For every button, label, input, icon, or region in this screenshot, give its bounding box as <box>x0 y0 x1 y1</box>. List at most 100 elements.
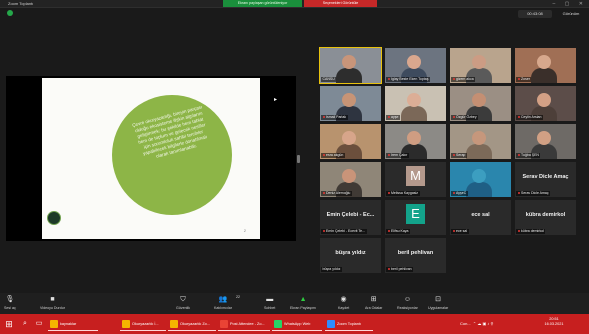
participant-tile[interactable]: M Melissa Kaygasiz <box>385 162 446 197</box>
title-bar: Zoom Toplantı Ekranı paylaşan görüntülen… <box>0 0 589 8</box>
taskbar-app[interactable]: Zoom Toplantı <box>325 317 373 331</box>
muted-mic-icon <box>452 77 455 81</box>
participant-name-label: Elifsu Kaya <box>386 229 411 234</box>
tray-app-label[interactable]: Con... <box>460 321 471 326</box>
participant-tile[interactable]: AyşeC <box>450 162 511 197</box>
system-tray[interactable]: Con... ⌃ ☁ ▣ ♪ ⚲ <box>460 317 493 331</box>
participant-name-label: Serap <box>451 153 467 158</box>
participant-gallery: CANSU İglay Beste Eken Toptaş gizem akca Zo… <box>319 47 576 274</box>
participant-tile[interactable]: E Elifsu Kaya <box>385 200 446 235</box>
participant-name-label: gizem akca <box>451 77 476 82</box>
muted-mic-icon <box>322 153 325 157</box>
participant-display-name: kübra demirkol <box>525 212 566 218</box>
taskbar-app[interactable]: kaynaklar <box>48 317 98 331</box>
participant-tile[interactable]: Serap <box>450 124 511 159</box>
view-options-button[interactable]: Seçenekleri Görüntüle <box>304 0 377 7</box>
participant-name-label: Ceylin Arslan <box>516 115 543 120</box>
reactions-button[interactable]: ☺ Reaksiyonlar <box>397 295 418 313</box>
participant-name-label: Serav Dicle Amaç <box>516 191 551 196</box>
participant-tile[interactable]: ayşe <box>385 86 446 121</box>
participant-name-label: İrem Çakır <box>386 153 409 158</box>
participant-body <box>466 144 492 159</box>
participants-button[interactable]: 👥 Katılımcılar 22 <box>214 295 240 313</box>
participant-tile[interactable]: büşra yıldız büşra yıldız <box>320 238 381 273</box>
muted-mic-icon <box>452 191 455 195</box>
encryption-shield-icon[interactable] <box>7 10 13 16</box>
taskbar-app-label: kaynaklar <box>60 322 77 326</box>
share-screen-button[interactable]: ▲ Ekran Paylaşımı <box>290 295 316 313</box>
muted-mic-icon <box>387 153 390 157</box>
view-button[interactable]: Görünüm <box>555 10 587 18</box>
video-camera-button[interactable]: ■ Videoyu Durdur <box>40 295 65 313</box>
app-icon <box>220 320 228 328</box>
tray-icons[interactable]: ⌃ ☁ ▣ ♪ ⚲ <box>472 321 494 326</box>
taskbar-app-label: Post Attendee - Zo... <box>230 322 265 326</box>
chat-button[interactable]: ▬ Sohbet <box>264 295 275 313</box>
participant-tile[interactable]: İrem Çakır <box>385 124 446 159</box>
participant-tile[interactable]: Tuğba ŞEN <box>515 124 576 159</box>
zoom-window: Zoom Toplantı Ekranı paylaşan görüntülen… <box>0 0 589 334</box>
participant-tile[interactable]: Deniz Alemoğlu <box>320 162 381 197</box>
taskbar-app-label: Okuryazarlık İ... <box>132 322 159 326</box>
participant-tile[interactable]: CANSU <box>319 47 382 84</box>
participant-name: esra akgün <box>326 153 344 157</box>
toolbar-label: Reaksiyonlar <box>397 306 418 310</box>
apps-icon: ⊡ <box>435 296 442 303</box>
participant-tile[interactable]: kübra demirkol kübra demirkol <box>515 200 576 235</box>
participant-name: Melissa Kaygasiz <box>391 191 419 195</box>
microphone-button[interactable]: 🎙 Sesi aç <box>4 295 16 313</box>
taskbar-app-label: Okuryazarlık Zo... <box>180 322 210 326</box>
participant-tile[interactable]: esra akgün <box>320 124 381 159</box>
participant-tile[interactable]: ece sal ece sal <box>450 200 511 235</box>
windows-start-icon[interactable]: ⊞ <box>4 317 14 331</box>
muted-mic-icon <box>322 229 325 233</box>
clock-date: 16.03.2021 <box>544 322 564 326</box>
apps-button[interactable]: ⊡ Uygulamalar <box>428 295 448 313</box>
participant-tile[interactable]: Serav Dicle Amaç Serav Dicle Amaç <box>515 162 576 197</box>
participant-face <box>537 55 551 69</box>
task-view-icon[interactable]: ▭ <box>34 318 44 330</box>
participant-count: 22 <box>236 295 240 299</box>
participant-name-label: esra akgün <box>321 153 345 158</box>
participant-tile[interactable]: Ceylin Arslan <box>515 86 576 121</box>
search-icon[interactable]: ⌕ <box>20 318 30 330</box>
taskbar-clock[interactable]: 20:51 16.03.2021 <box>540 317 568 327</box>
video-camera-icon: ■ <box>50 296 55 303</box>
taskbar-app[interactable]: Post Attendee - Zo... <box>218 317 270 331</box>
shield-button[interactable]: ⛉ Güvenlik <box>176 295 190 313</box>
reactions-icon: ☺ <box>403 296 411 303</box>
participants-icon: 👥 <box>218 296 228 303</box>
participant-name-label: büşra yıldız <box>321 267 342 272</box>
participant-face <box>342 131 356 145</box>
muted-mic-icon <box>517 77 520 81</box>
record-button[interactable]: ◉ Kaydet <box>338 295 349 313</box>
taskbar-app[interactable]: Okuryazarlık İ... <box>120 317 166 331</box>
participant-tile[interactable]: Zoser <box>515 48 576 83</box>
participant-tile[interactable]: Özgür Özbey <box>450 86 511 121</box>
participant-tile[interactable]: gizem akca <box>450 48 511 83</box>
participant-face <box>342 93 356 107</box>
participant-tile[interactable]: Emin Çelebi - Ec... Emin Çelebi - Ecevit … <box>320 200 381 235</box>
participant-name: Ceylin Arslan <box>521 115 542 119</box>
participant-name: İsmail Parlak <box>326 115 347 119</box>
muted-mic-icon <box>517 153 520 157</box>
windows-taskbar: ⊞ ⌕ ▭ Con... ⌃ ☁ ▣ ♪ ⚲ 20:51 16.03.2021 … <box>0 314 589 334</box>
participant-tile[interactable]: İglay Beste Eken Toptaş <box>385 48 446 83</box>
participant-body <box>531 68 557 83</box>
window-controls[interactable]: – ▢ ✕ <box>553 0 587 8</box>
muted-mic-icon <box>387 77 390 81</box>
participant-face <box>472 169 486 183</box>
taskbar-app[interactable]: Okuryazarlık Zo... <box>168 317 216 331</box>
participant-tile[interactable]: beril pehlivan beril pehlivan <box>385 238 446 273</box>
participant-name: gizem akca <box>456 77 474 81</box>
participant-name-label: ece sal <box>451 229 469 234</box>
chat-icon: ▬ <box>266 296 274 303</box>
participant-tile[interactable]: İsmail Parlak <box>320 86 381 121</box>
participant-name: ayşe <box>391 115 399 119</box>
split-handle[interactable] <box>297 155 300 163</box>
participant-display-name: ece sal <box>471 212 490 218</box>
participant-name: Serav Dicle Amaç <box>521 191 549 195</box>
taskbar-app[interactable]: WhatsApp Web <box>272 317 322 331</box>
toolbar-label: Katılımcılar <box>214 306 232 310</box>
breakout-rooms-button[interactable]: ⊞ Ara Odalar <box>365 295 382 313</box>
